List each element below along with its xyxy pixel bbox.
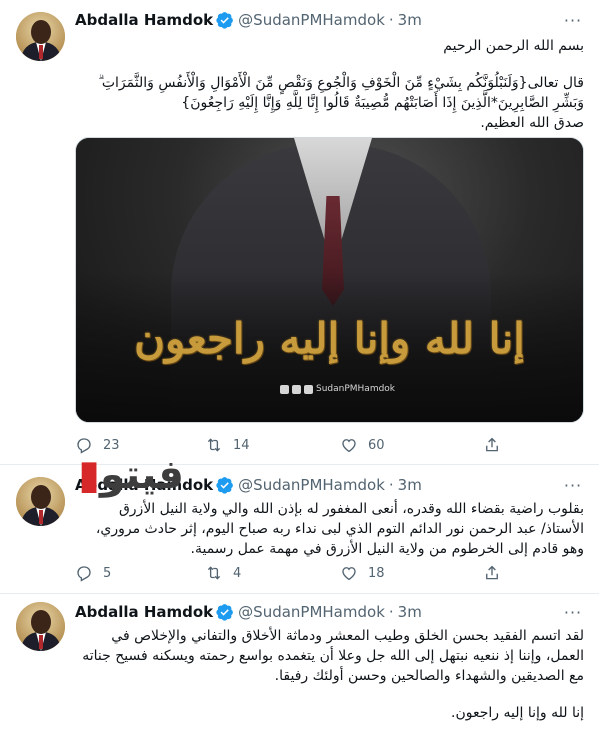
reply-button[interactable]: 5	[75, 563, 111, 583]
timestamp[interactable]: 3m	[398, 603, 422, 621]
tweet-text: بسم الله الرحمن الرحيم قال تعالى{وَلَنَب…	[75, 36, 584, 133]
avatar[interactable]	[16, 602, 65, 651]
tweet-paragraph: لقد اتسم الفقيد بحسن الخلق وطيب المعشر و…	[82, 628, 584, 684]
like-button[interactable]: 18	[340, 563, 385, 583]
watermark-text: فيتو	[100, 452, 185, 498]
image-calligraphy: إنا لله وإنا إليه راجعون	[134, 314, 525, 363]
tweet-paragraph: قال تعالى{وَلَنَبْلُوَنَّكُم بِشَيْءٍ مِ…	[98, 75, 584, 111]
tweet-paragraph: بسم الله الرحمن الرحيم	[443, 38, 584, 54]
image-social-handle: SudanPMHamdok	[316, 384, 396, 394]
author-handle[interactable]: @SudanPMHamdok	[238, 11, 385, 29]
tweet-header: Abdalla Hamdok @SudanPMHamdok · 3m	[75, 10, 422, 30]
author-name[interactable]: Abdalla Hamdok	[75, 11, 213, 29]
timestamp[interactable]: 3m	[398, 11, 422, 29]
instagram-icon	[304, 384, 313, 394]
watermark-logo: فيتو▮	[78, 452, 185, 498]
tweet-3[interactable]: Abdalla Hamdok @SudanPMHamdok · 3m ··· ل…	[0, 594, 599, 734]
timestamp[interactable]: 3m	[398, 476, 422, 494]
retweet-count: 14	[233, 437, 250, 453]
avatar[interactable]	[16, 477, 65, 526]
watermark-accent: ▮	[78, 452, 101, 498]
reply-icon	[77, 566, 91, 582]
facebook-icon	[280, 384, 289, 394]
share-button[interactable]	[483, 435, 511, 455]
more-dots-icon[interactable]: ···	[563, 10, 583, 30]
retweet-button[interactable]: 4	[205, 563, 241, 583]
retweet-button[interactable]: 14	[205, 435, 250, 455]
heart-icon	[342, 567, 356, 581]
tweet-paragraph: بقلوب راضية بقضاء الله وقدره، أنعى المغف…	[95, 501, 584, 557]
separator-dot: ·	[388, 603, 394, 621]
tweet-text: بقلوب راضية بقضاء الله وقدره، أنعى المغف…	[75, 499, 584, 559]
author-handle[interactable]: @SudanPMHamdok	[238, 476, 385, 494]
author-handle[interactable]: @SudanPMHamdok	[238, 603, 385, 621]
reply-count: 5	[103, 565, 112, 581]
tweet-paragraph: إنا لله وإنا إليه راجعون.	[451, 705, 584, 721]
tweet-text: لقد اتسم الفقيد بحسن الخلق وطيب المعشر و…	[75, 626, 584, 723]
tweet-actions: 5 4 18	[75, 563, 555, 583]
retweet-count: 4	[233, 565, 242, 581]
twitter-icon	[292, 384, 301, 394]
tweet-paragraph: صدق الله العظيم.	[480, 115, 584, 131]
like-count: 18	[368, 565, 385, 581]
like-button[interactable]: 60	[340, 435, 385, 455]
heart-icon	[342, 439, 356, 453]
tweet-1[interactable]: Abdalla Hamdok @SudanPMHamdok · 3m ··· ب…	[0, 0, 599, 465]
retweet-icon	[207, 566, 221, 580]
share-button[interactable]	[483, 563, 511, 583]
verified-badge-icon	[216, 604, 234, 621]
retweet-icon	[207, 438, 221, 452]
reply-count: 23	[103, 437, 120, 453]
separator-dot: ·	[388, 476, 394, 494]
more-dots-icon[interactable]: ···	[563, 602, 583, 622]
tweet-header: Abdalla Hamdok @SudanPMHamdok · 3m	[75, 602, 422, 622]
verified-badge-icon	[216, 477, 234, 494]
tweet-image[interactable]: إنا لله وإنا إليه راجعون SudanPMHamdok	[75, 137, 584, 423]
avatar[interactable]	[16, 12, 65, 61]
author-name[interactable]: Abdalla Hamdok	[75, 603, 213, 621]
image-social-row: SudanPMHamdok	[280, 384, 395, 394]
separator-dot: ·	[388, 11, 394, 29]
verified-badge-icon	[216, 12, 234, 29]
share-icon	[486, 437, 498, 452]
more-dots-icon[interactable]: ···	[563, 475, 583, 495]
like-count: 60	[368, 437, 385, 453]
share-icon	[486, 565, 498, 580]
